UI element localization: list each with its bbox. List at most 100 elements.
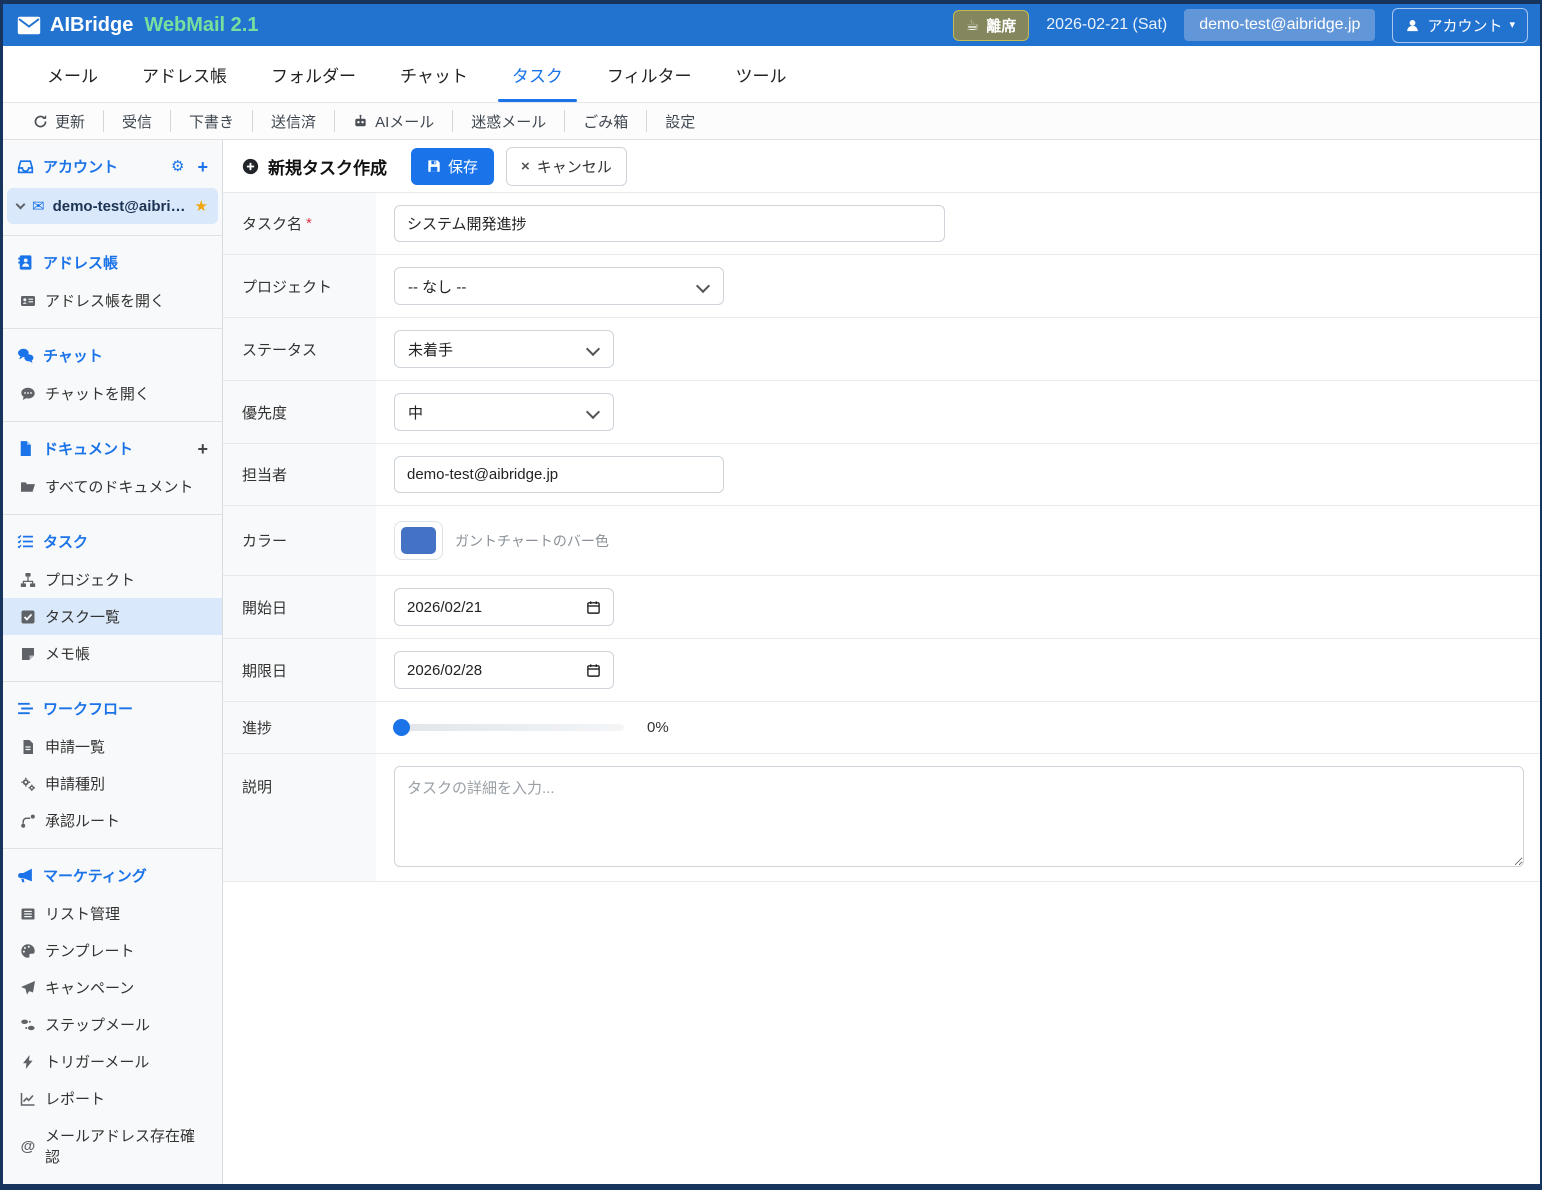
toolbar-label: 受信	[122, 111, 152, 132]
sidebar-item-templates[interactable]: テンプレート	[3, 932, 222, 969]
chevron-down-icon	[16, 200, 26, 210]
toolbar-sent[interactable]: 送信済	[253, 103, 334, 139]
tab-chat[interactable]: チャット	[378, 46, 490, 102]
assignee-input[interactable]	[394, 456, 724, 493]
tab-addressbook[interactable]: アドレス帳	[120, 46, 249, 102]
calendar-icon[interactable]	[586, 600, 601, 615]
toolbar-label: 更新	[55, 111, 85, 132]
toolbar-trash[interactable]: ごみ箱	[565, 103, 646, 139]
project-control: -- なし --	[376, 255, 1540, 317]
tab-label: チャット	[400, 62, 468, 87]
account-settings-gear-icon[interactable]: ⚙	[171, 159, 184, 174]
section-title: タスク	[43, 531, 88, 552]
section-title: ドキュメント	[43, 438, 133, 459]
at-sign-icon: @	[20, 1138, 36, 1154]
sidebar-item-open-chat[interactable]: チャットを開く	[3, 375, 222, 412]
envelope-icon: ✉	[32, 197, 45, 215]
sidebar-item-notes[interactable]: メモ帳	[3, 635, 222, 672]
app-title: AIBridge	[50, 14, 133, 37]
form-row-assignee: 担当者	[223, 444, 1540, 506]
sidebar-item-request-types[interactable]: 申請種別	[3, 765, 222, 802]
form-row-progress: 進捗 0%	[223, 702, 1540, 754]
toolbar-drafts[interactable]: 下書き	[171, 103, 252, 139]
sidebar-item-list-management[interactable]: リスト管理	[3, 895, 222, 932]
toolbar-inbox[interactable]: 受信	[104, 103, 170, 139]
project-select[interactable]: -- なし --	[394, 267, 724, 305]
sidebar-section-documents: ドキュメント + すべてのドキュメント	[3, 421, 222, 514]
sticky-note-icon	[20, 646, 36, 662]
tab-tools[interactable]: ツール	[714, 46, 809, 102]
item-label: アドレス帳を開く	[45, 290, 165, 311]
account-menu-button[interactable]: アカウント ▾	[1392, 8, 1528, 43]
sidebar-item-campaigns[interactable]: キャンペーン	[3, 969, 222, 1006]
toolbar-label: 迷惑メール	[471, 111, 546, 132]
progress-slider[interactable]	[394, 724, 624, 731]
sidebar-item-email-verification[interactable]: @ メールアドレス存在確認	[3, 1117, 222, 1175]
sidebar-item-reports[interactable]: レポート	[3, 1080, 222, 1117]
label-text: 進捗	[242, 717, 272, 738]
color-picker[interactable]	[394, 521, 443, 560]
task-form-actionbar: 新規タスク作成 保存 × キャンセル	[223, 140, 1540, 192]
status-select[interactable]: 未着手	[394, 330, 614, 368]
sidebar-item-request-list[interactable]: 申請一覧	[3, 728, 222, 765]
close-icon: ×	[521, 158, 530, 175]
add-account-plus-icon[interactable]: +	[197, 158, 208, 176]
plus-circle-icon	[242, 158, 259, 175]
app-logo: AIBridge WebMail 2.1	[17, 14, 258, 37]
label-text: 優先度	[242, 402, 287, 423]
cancel-button[interactable]: × キャンセル	[506, 147, 627, 186]
start-date-control: 2026/02/21	[376, 576, 1540, 638]
document-icon	[17, 440, 34, 457]
item-label: メモ帳	[45, 643, 90, 664]
task-name-input[interactable]	[394, 205, 945, 242]
priority-select[interactable]: 中	[394, 393, 614, 431]
sidebar-item-all-documents[interactable]: すべてのドキュメント	[3, 468, 222, 505]
palette-icon	[20, 943, 36, 959]
item-label: メールアドレス存在確認	[45, 1125, 208, 1167]
item-label: テンプレート	[45, 940, 135, 961]
chat-bubbles-icon	[17, 347, 34, 364]
color-hint: ガントチャートのバー色	[455, 531, 609, 551]
form-row-status: ステータス 未着手	[223, 318, 1540, 381]
description-textarea[interactable]	[394, 766, 1524, 867]
sidebar-section-marketing-header: マーケティング	[3, 856, 222, 895]
status-label: ステータス	[223, 318, 376, 380]
save-button[interactable]: 保存	[411, 148, 494, 185]
progress-slider-thumb[interactable]	[393, 719, 410, 736]
toolbar-refresh[interactable]: 更新	[15, 103, 103, 139]
sidebar-item-trigger-mail[interactable]: トリガーメール	[3, 1043, 222, 1080]
folder-open-icon	[20, 479, 36, 495]
color-label: カラー	[223, 506, 376, 575]
task-form: タスク名 * プロジェクト -- なし --	[223, 192, 1540, 882]
tab-mail[interactable]: メール	[25, 46, 120, 102]
sidebar-item-open-addressbook[interactable]: アドレス帳を開く	[3, 282, 222, 319]
start-date-label: 開始日	[223, 576, 376, 638]
sidebar-item-step-mail[interactable]: ステップメール	[3, 1006, 222, 1043]
toolbar-spam[interactable]: 迷惑メール	[453, 103, 564, 139]
toolbar-ai-mail[interactable]: AIメール	[335, 103, 452, 139]
sidebar-item-projects[interactable]: プロジェクト	[3, 561, 222, 598]
tab-filters[interactable]: フィルター	[585, 46, 714, 102]
sidebar-item-task-list[interactable]: タスク一覧	[3, 598, 222, 635]
calendar-icon[interactable]	[586, 663, 601, 678]
assignee-label: 担当者	[223, 444, 376, 505]
sidebar-section-tasks: タスク プロジェクト タスク一覧	[3, 514, 222, 681]
sidebar-account-item[interactable]: ✉ demo-test@aibri… ★	[7, 188, 218, 224]
tab-tasks[interactable]: タスク	[490, 46, 585, 102]
away-status-badge[interactable]: ☕ 離席	[953, 10, 1029, 41]
star-icon[interactable]: ★	[195, 197, 208, 215]
sidebar-section-addressbook: アドレス帳 アドレス帳を開く	[3, 235, 222, 328]
toolbar-settings[interactable]: 設定	[647, 103, 713, 139]
sidebar-section-chat-header: チャット	[3, 336, 222, 375]
due-date-label: 期限日	[223, 639, 376, 701]
add-document-plus-icon[interactable]: +	[197, 440, 208, 458]
sidebar-section-workflow: ワークフロー 申請一覧 申請種別	[3, 681, 222, 848]
due-date-input[interactable]: 2026/02/28	[394, 651, 614, 689]
sidebar-item-approval-routes[interactable]: 承認ルート	[3, 802, 222, 839]
shoe-prints-icon	[20, 1017, 36, 1033]
sidebar-section-documents-header: ドキュメント +	[3, 429, 222, 468]
toolbar-label: 下書き	[189, 111, 234, 132]
start-date-input[interactable]: 2026/02/21	[394, 588, 614, 626]
tab-folders[interactable]: フォルダー	[249, 46, 378, 102]
section-title: アドレス帳	[43, 252, 118, 273]
